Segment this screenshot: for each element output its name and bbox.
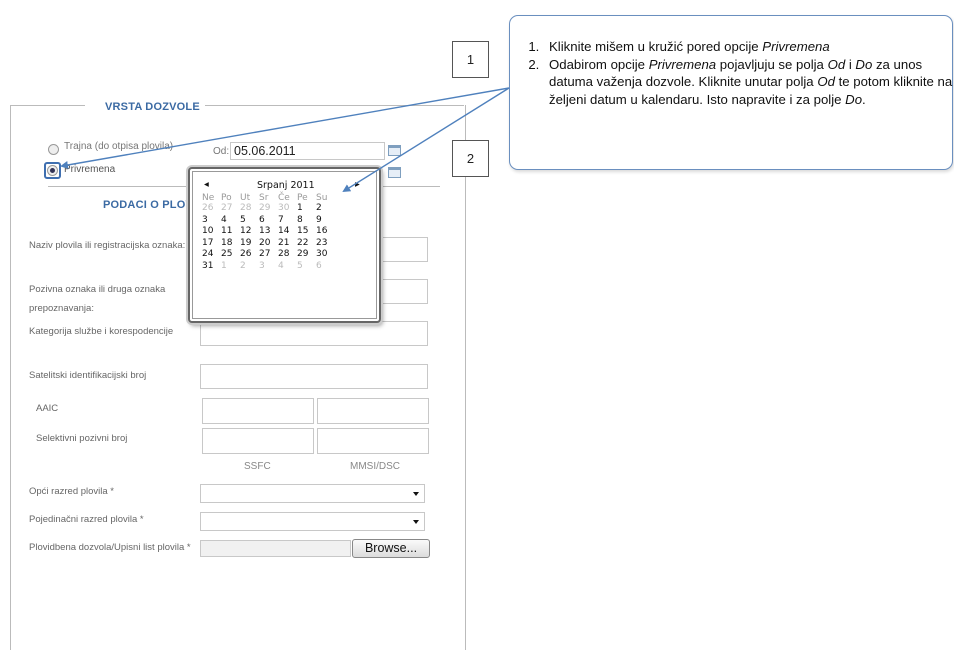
callout-arrows [60,87,510,193]
arrow-to-radio [60,87,510,169]
arrow-to-date-field [342,87,510,193]
